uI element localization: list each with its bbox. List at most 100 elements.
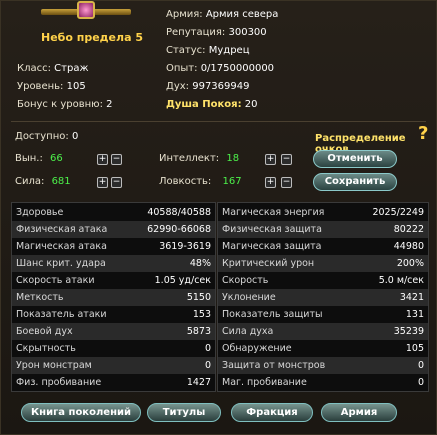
stat-row: Скрытность 0: [12, 340, 215, 357]
endurance-value: 66: [50, 153, 63, 164]
experience-value: 0/1750000000: [200, 63, 275, 74]
character-window: Небо предела 5 Класс: Страж Уровень: 105…: [0, 0, 437, 435]
help-icon[interactable]: ?: [418, 125, 428, 143]
intellect-value: 18: [226, 153, 240, 164]
spirit-row: Дух: 997369949: [166, 81, 249, 92]
endurance-minus-button[interactable]: −: [111, 154, 122, 165]
stat-name: Магическая энергия: [222, 207, 325, 218]
intellect-plus-button[interactable]: +: [265, 154, 276, 165]
army-row: Армия: Армия севера: [166, 9, 278, 20]
stat-value: 1427: [186, 377, 211, 388]
available-points: Доступно: 0: [15, 131, 78, 142]
spirit-value: 997369949: [192, 81, 250, 92]
tab-titles[interactable]: Титулы: [147, 403, 221, 422]
stat-name: Сила духа: [222, 326, 274, 337]
stat-row: Защита от монстров 0: [218, 357, 428, 374]
soul-of-peace-label: Душа Покоя:: [166, 99, 242, 110]
agility-value: 167: [222, 176, 242, 187]
stat-name: Маг. пробивание: [222, 377, 307, 388]
army-value: Армия севера: [205, 9, 279, 20]
stat-value: 2025/2249: [372, 207, 424, 218]
level-bonus-value: 2: [106, 99, 113, 110]
stat-row: Урон монстрам 0: [12, 357, 215, 374]
agility-stat: Ловкость: 167: [159, 176, 242, 187]
stat-name: Скорость: [222, 275, 269, 286]
stat-row: Обнаружение 105: [218, 340, 428, 357]
stat-value: 3421: [399, 292, 424, 303]
stat-value: 48%: [189, 258, 211, 269]
stat-row: Магическая энергия 2025/2249: [218, 204, 428, 221]
army-label: Армия:: [166, 9, 203, 20]
status-row: Статус: Мудрец: [166, 45, 250, 56]
stat-value: 200%: [396, 258, 424, 269]
level-bonus-label: Бонус к уровню:: [17, 99, 103, 110]
save-button[interactable]: Сохранить: [313, 173, 397, 191]
stat-row: Показатель защиты 131: [218, 306, 428, 323]
intellect-minus-button[interactable]: −: [281, 154, 292, 165]
stat-name: Физическая атака: [16, 224, 108, 235]
strength-plus-button[interactable]: +: [97, 177, 108, 188]
stat-name: Шанс крит. удара: [16, 258, 106, 269]
stat-row: Физическая атака 62990-66068: [12, 221, 215, 238]
level-bonus-row: Бонус к уровню: 2: [17, 99, 113, 110]
endurance-plus-button[interactable]: +: [97, 154, 108, 165]
divider: [11, 121, 426, 122]
endurance-label: Вын.:: [15, 153, 43, 164]
stat-value: 1.05 уд/сек: [154, 275, 211, 286]
status-value: Мудрец: [208, 45, 250, 56]
stat-row: Магическая защита 44980: [218, 238, 428, 255]
experience-row: Опыт: 0/1750000000: [166, 63, 274, 74]
strength-value: 681: [51, 176, 71, 187]
stat-value: 0: [417, 360, 424, 371]
available-label: Доступно:: [15, 131, 69, 142]
stat-row: Шанс крит. удара 48%: [12, 255, 215, 272]
strength-label: Сила:: [15, 176, 45, 187]
stat-name: Магическая атака: [16, 241, 107, 252]
stat-row: Сила духа 35239: [218, 323, 428, 340]
stat-name: Меткость: [16, 292, 64, 303]
stat-value: 35239: [393, 326, 424, 337]
stat-name: Защита от монстров: [222, 360, 326, 371]
stat-value: 0: [204, 343, 211, 354]
stat-row: Критический урон 200%: [218, 255, 428, 272]
title-emblem-icon: [41, 1, 131, 25]
strength-stat: Сила: 681: [15, 176, 71, 187]
stat-value: 0: [417, 377, 424, 388]
stat-row: Боевой дух 5873: [12, 323, 215, 340]
stat-value: 40588/40588: [147, 207, 211, 218]
cancel-button[interactable]: Отменить: [313, 150, 397, 168]
stat-value: 80222: [393, 224, 424, 235]
tab-faction[interactable]: Фракция: [231, 403, 313, 422]
intellect-stat: Интеллект: 18: [159, 153, 239, 164]
stat-value: 153: [192, 309, 211, 320]
stat-name: Обнаружение: [222, 343, 292, 354]
agility-plus-button[interactable]: +: [265, 177, 276, 188]
stat-value: 131: [405, 309, 424, 320]
stat-row: Маг. пробивание 0: [218, 374, 428, 391]
level-value: 105: [66, 81, 86, 92]
stat-row: Уклонение 3421: [218, 289, 428, 306]
stat-value: 44980: [393, 241, 424, 252]
intellect-label: Интеллект:: [159, 153, 220, 164]
class-row: Класс: Страж: [17, 63, 88, 74]
agility-label: Ловкость:: [159, 176, 212, 187]
stat-name: Боевой дух: [16, 326, 73, 337]
stats-table-left: Здоровье 40588/40588 Физическая атака 62990…: [11, 202, 216, 392]
stat-row: Показатель атаки 153: [12, 306, 215, 323]
stat-name: Урон монстрам: [16, 360, 92, 371]
endurance-stat: Вын.: 66: [15, 153, 63, 164]
reputation-row: Репутация: 300300: [166, 27, 267, 38]
agility-minus-button[interactable]: −: [281, 177, 292, 188]
level-label: Уровень:: [17, 81, 64, 92]
stat-value: 105: [405, 343, 424, 354]
stat-name: Скорость атаки: [16, 275, 95, 286]
strength-minus-button[interactable]: −: [111, 177, 122, 188]
stat-row: Магическая атака 3619-3619: [12, 238, 215, 255]
stat-name: Здоровье: [16, 207, 64, 218]
tab-generations-book[interactable]: Книга поколений: [21, 403, 141, 422]
soul-of-peace-value: 20: [244, 99, 258, 110]
tab-army[interactable]: Армия: [321, 403, 397, 422]
spirit-label: Дух:: [166, 81, 190, 92]
soul-of-peace-row: Душа Покоя: 20: [166, 99, 258, 110]
stat-value: 0: [204, 360, 211, 371]
